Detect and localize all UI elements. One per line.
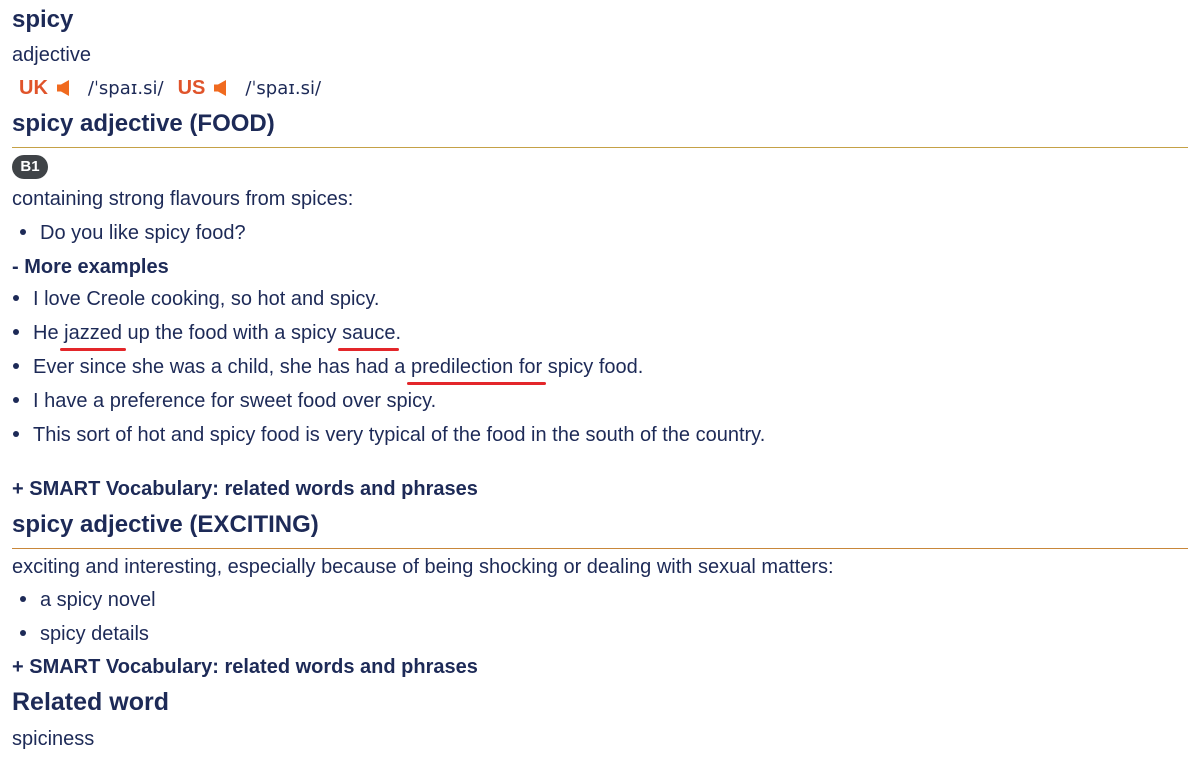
definition: exciting and interesting, especially bec…	[12, 556, 834, 578]
list-item: a spicy novel	[20, 589, 156, 612]
example-text: Do you like spicy food?	[40, 222, 246, 244]
bullet	[13, 362, 19, 369]
bullet	[13, 396, 19, 403]
underlined-word: sauce	[338, 322, 400, 351]
definition: containing strong flavours from spices:	[12, 188, 354, 210]
example-text: I have a preference for sweet food over …	[33, 390, 437, 412]
example-text: This sort of hot and spicy food is very …	[33, 424, 766, 446]
example-text: spicy details	[40, 623, 149, 645]
text-segment: spicy food.	[542, 356, 644, 378]
text-segment: Ever since she was a child, she has had …	[33, 356, 411, 378]
bullet	[13, 294, 19, 301]
related-word-link[interactable]: spiciness	[12, 728, 94, 751]
smart-vocabulary-link[interactable]: + SMART Vocabulary: related words and ph…	[12, 478, 478, 501]
smart-vocabulary-link[interactable]: + SMART Vocabulary: related words and ph…	[12, 656, 478, 679]
list-item: I have a preference for sweet food over …	[13, 390, 436, 413]
ipa-uk: /ˈspaɪ.si/	[87, 77, 164, 99]
list-item: I love Creole cooking, so hot and spicy.	[13, 288, 379, 311]
list-item: Ever since she was a child, she has had …	[13, 356, 644, 385]
sense-title-exciting: spicy adjective (EXCITING)	[12, 511, 319, 538]
sense-title-food: spicy adjective (FOOD)	[12, 110, 275, 137]
underlined-word: predilection for	[406, 356, 547, 385]
related-word-heading: Related word	[12, 688, 169, 716]
text-segment: up the food with a spicy	[121, 322, 343, 344]
bullet	[13, 430, 19, 437]
region-uk: UK	[19, 76, 48, 99]
pronunciation-row: UK /ˈspaɪ.si/ US /ˈspaɪ.si/	[12, 74, 321, 102]
list-item: He jazzed up the food with a spicy sauce…	[13, 322, 402, 351]
bullet	[20, 228, 26, 235]
example-text: Ever since she was a child, she has had …	[33, 356, 644, 385]
more-examples-toggle[interactable]: - More examples	[12, 256, 169, 279]
example-text: a spicy novel	[40, 589, 156, 611]
text-segment: He	[33, 322, 65, 344]
text-segment: .	[395, 322, 402, 344]
list-item: spicy details	[20, 623, 149, 646]
example-text: I love Creole cooking, so hot and spicy.	[33, 288, 380, 310]
speaker-icon[interactable]	[56, 79, 74, 97]
headword: spicy	[12, 6, 74, 33]
divider	[12, 147, 1188, 148]
part-of-speech: adjective	[12, 44, 91, 66]
ipa-us: /ˈspaɪ.si/	[245, 77, 322, 99]
divider	[12, 548, 1188, 549]
bullet	[13, 328, 19, 335]
region-us: US	[177, 76, 206, 99]
list-item: Do you like spicy food?	[20, 222, 246, 245]
level-badge: B1	[12, 155, 48, 179]
dictionary-entry: spicy adjective UK /ˈspaɪ.si/ US /ˈspaɪ.…	[0, 0, 1188, 764]
speaker-icon[interactable]	[213, 79, 231, 97]
list-item: This sort of hot and spicy food is very …	[13, 424, 765, 447]
example-text: He jazzed up the food with a spicy sauce…	[33, 322, 402, 351]
bullet	[20, 629, 26, 636]
underlined-word: jazzed	[60, 322, 126, 351]
bullet	[20, 595, 26, 602]
